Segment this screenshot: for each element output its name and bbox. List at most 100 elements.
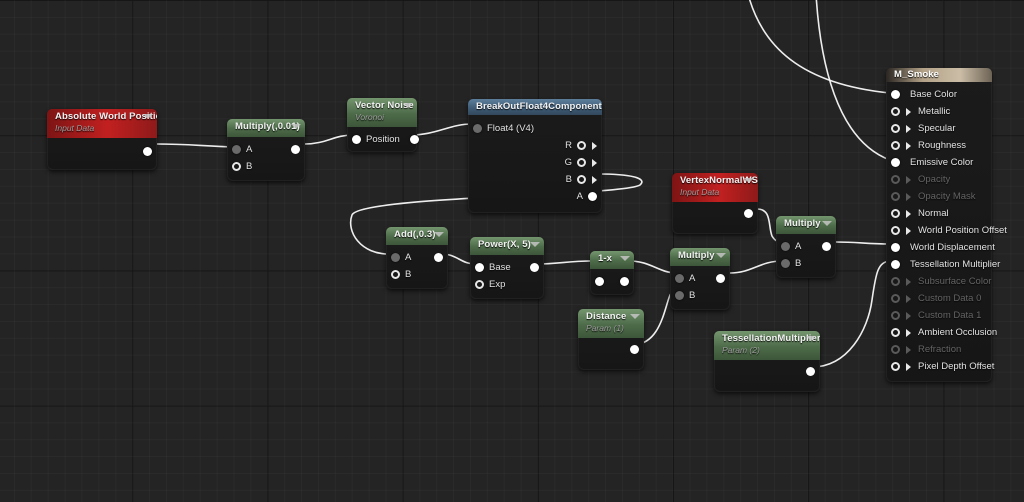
chevron-down-icon[interactable] bbox=[822, 221, 832, 226]
output-pin[interactable] bbox=[577, 175, 586, 184]
chevron-down-icon[interactable] bbox=[620, 256, 630, 261]
node-tessellation-multiplier-param[interactable]: TessellationMultiplier Param (2) bbox=[714, 331, 820, 392]
input-pin[interactable] bbox=[352, 135, 361, 144]
node-absolute-world-position[interactable]: Absolute World Position Input Data bbox=[47, 109, 157, 170]
input-pin-row-b[interactable]: B bbox=[670, 287, 730, 304]
output-pin[interactable] bbox=[744, 209, 753, 218]
output-pin[interactable] bbox=[806, 367, 815, 376]
node-multiply-right[interactable]: Multiply A B bbox=[776, 216, 836, 278]
material-graph-canvas[interactable]: Absolute World Position Input Data Multi… bbox=[0, 0, 1024, 502]
node-multiply-middle[interactable]: Multiply A B bbox=[670, 248, 730, 310]
input-pin-row-b[interactable]: B bbox=[227, 158, 305, 175]
node-vertex-normal-ws[interactable]: VertexNormalWS Input Data bbox=[672, 173, 758, 234]
node-header[interactable]: TessellationMultiplier Param (2) bbox=[714, 331, 820, 360]
material-input-row[interactable]: Subsurface Color bbox=[886, 273, 992, 290]
output-pin[interactable] bbox=[143, 147, 152, 156]
input-pin[interactable] bbox=[675, 291, 684, 300]
node-header[interactable]: Absolute World Position Input Data bbox=[47, 109, 157, 138]
material-input-row[interactable]: Emissive Color bbox=[886, 154, 992, 171]
node-header[interactable]: 1-x bbox=[590, 251, 634, 269]
output-pin[interactable] bbox=[620, 277, 629, 286]
node-header[interactable]: Vector Noise Voronoi bbox=[347, 98, 417, 127]
input-pin[interactable] bbox=[595, 277, 604, 286]
input-pin[interactable] bbox=[891, 209, 900, 218]
input-pin[interactable] bbox=[391, 270, 400, 279]
output-pin[interactable] bbox=[530, 263, 539, 272]
node-distance-param[interactable]: Distance Param (1) bbox=[578, 309, 644, 370]
chevron-down-icon[interactable] bbox=[716, 253, 726, 258]
node-header[interactable]: BreakOutFloat4Components bbox=[468, 99, 602, 115]
node-vector-noise[interactable]: Vector Noise Voronoi Position bbox=[347, 98, 419, 152]
input-pin[interactable] bbox=[891, 141, 900, 150]
output-pin[interactable] bbox=[291, 145, 300, 154]
output-pin-row-b[interactable]: B bbox=[468, 171, 602, 188]
material-input-row[interactable]: Refraction bbox=[886, 341, 992, 358]
input-pin[interactable] bbox=[891, 311, 900, 320]
node-add-03[interactable]: Add(,0.3) A B bbox=[386, 227, 448, 289]
output-pin-row-g[interactable]: G bbox=[468, 154, 602, 171]
output-pin-row[interactable] bbox=[143, 143, 157, 160]
output-pin[interactable] bbox=[630, 345, 639, 354]
material-input-row[interactable]: Metallic bbox=[886, 103, 992, 120]
input-pin[interactable] bbox=[891, 175, 900, 184]
node-one-minus-x[interactable]: 1-x bbox=[590, 251, 634, 295]
material-input-row[interactable]: Custom Data 1 bbox=[886, 307, 992, 324]
input-pin[interactable] bbox=[781, 259, 790, 268]
input-pin[interactable] bbox=[781, 242, 790, 251]
input-pin[interactable] bbox=[232, 162, 241, 171]
input-pin[interactable] bbox=[891, 345, 900, 354]
output-pin[interactable] bbox=[822, 242, 831, 251]
output-pin-row-r[interactable]: R bbox=[468, 137, 602, 154]
chevron-down-icon[interactable] bbox=[806, 336, 816, 341]
input-pin-row-b[interactable]: B bbox=[386, 266, 448, 283]
input-pin[interactable] bbox=[891, 277, 900, 286]
output-pin[interactable] bbox=[434, 253, 443, 262]
material-input-row[interactable]: Ambient Occlusion bbox=[886, 324, 997, 341]
input-pin[interactable] bbox=[891, 107, 900, 116]
input-pin[interactable] bbox=[891, 90, 900, 99]
material-input-row[interactable]: World Position Offset bbox=[886, 222, 1007, 239]
input-pin[interactable] bbox=[473, 124, 482, 133]
input-pin[interactable] bbox=[891, 158, 900, 167]
node-header[interactable]: Power(X, 5) bbox=[470, 237, 544, 255]
output-pin[interactable] bbox=[577, 141, 586, 150]
chevron-down-icon[interactable] bbox=[403, 103, 413, 108]
input-pin[interactable] bbox=[475, 263, 484, 272]
input-pin[interactable] bbox=[891, 243, 900, 252]
output-pin[interactable] bbox=[588, 192, 597, 201]
node-header[interactable]: M_Smoke bbox=[886, 68, 992, 82]
pin-row[interactable] bbox=[590, 273, 634, 290]
chevron-down-icon[interactable] bbox=[530, 242, 540, 247]
material-input-row[interactable]: Roughness bbox=[886, 137, 992, 154]
input-pin-row-exp[interactable]: Exp bbox=[470, 276, 544, 293]
input-pin[interactable] bbox=[891, 260, 900, 269]
material-input-row[interactable]: Pixel Depth Offset bbox=[886, 358, 994, 375]
input-pin[interactable] bbox=[891, 328, 900, 337]
node-breakout-float4-components[interactable]: BreakOutFloat4Components Float4 (V4) R G… bbox=[468, 99, 602, 213]
material-input-row[interactable]: World Displacement bbox=[886, 239, 995, 256]
chevron-down-icon[interactable] bbox=[434, 232, 444, 237]
input-pin[interactable] bbox=[891, 124, 900, 133]
chevron-down-icon[interactable] bbox=[630, 314, 640, 319]
material-input-row[interactable]: Tessellation Multiplier bbox=[886, 256, 1000, 273]
input-pin[interactable] bbox=[891, 362, 900, 371]
chevron-down-icon[interactable] bbox=[744, 178, 754, 183]
output-pin[interactable] bbox=[577, 158, 586, 167]
output-pin[interactable] bbox=[409, 135, 419, 144]
material-input-row[interactable]: Normal bbox=[886, 205, 992, 222]
input-pin[interactable] bbox=[391, 253, 400, 262]
node-header[interactable]: Multiply bbox=[776, 216, 836, 234]
input-pin[interactable] bbox=[232, 145, 241, 154]
material-input-row[interactable]: Specular bbox=[886, 120, 992, 137]
node-header[interactable]: Multiply(,0.01) bbox=[227, 119, 305, 137]
material-input-row[interactable]: Custom Data 0 bbox=[886, 290, 992, 307]
chevron-down-icon[interactable] bbox=[143, 114, 153, 119]
input-pin[interactable] bbox=[675, 274, 684, 283]
input-pin-row-float4[interactable]: Float4 (V4) bbox=[468, 120, 602, 137]
material-input-row[interactable]: Opacity Mask bbox=[886, 188, 992, 205]
input-pin-row-position[interactable]: Position bbox=[347, 131, 419, 148]
material-input-row[interactable]: Opacity bbox=[886, 171, 992, 188]
input-pin[interactable] bbox=[475, 280, 484, 289]
node-header[interactable]: Multiply bbox=[670, 248, 730, 266]
output-pin[interactable] bbox=[716, 274, 725, 283]
